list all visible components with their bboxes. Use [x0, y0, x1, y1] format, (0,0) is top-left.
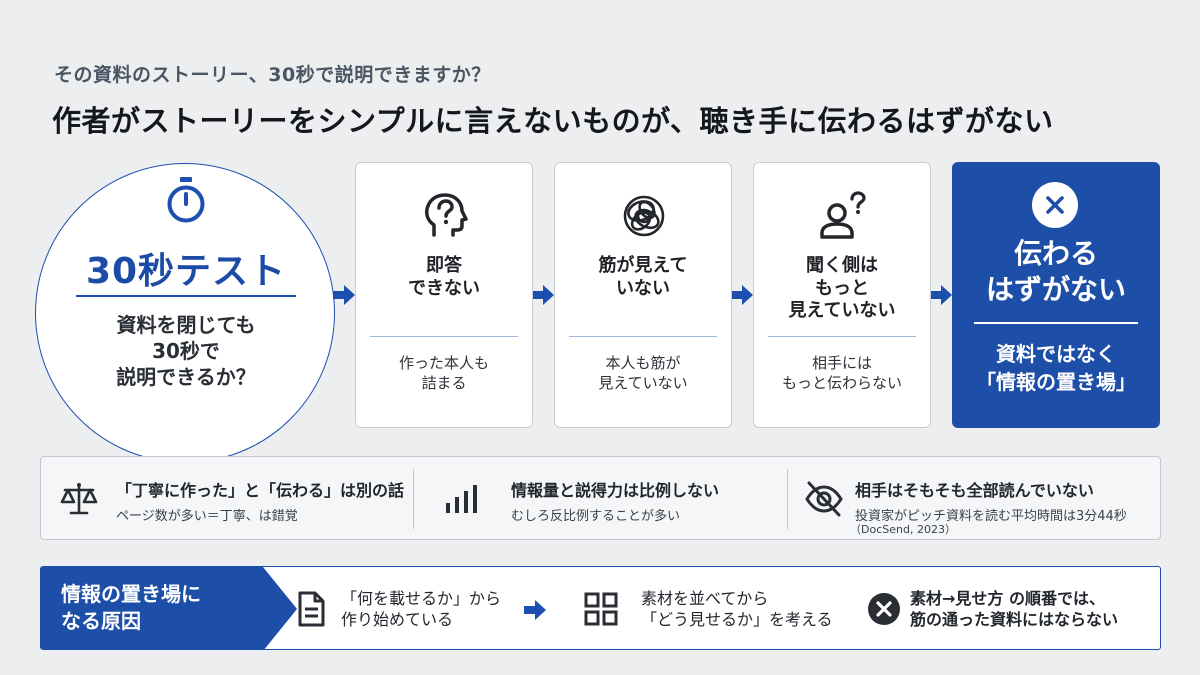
x-circle-icon	[868, 593, 900, 625]
cause-label: 情報の置き場に なる原因	[41, 581, 263, 635]
cause-step-text: 「何を載せるか」から 作り始めている	[341, 589, 501, 631]
fact-item: 「丁寧に作った」と「伝わる」は別の話 ページ数が多い＝丁寧、は錯覚	[41, 457, 413, 541]
cause-label-line: 情報の置き場に	[61, 582, 201, 606]
thirty-second-test-circle: 30秒テスト 資料を閉じても 30秒で 説明できるか？	[35, 163, 335, 463]
arrow-right-icon	[731, 285, 753, 305]
card-cannot-answer: 即答 できない 作った本人も 詰まる	[355, 162, 533, 428]
cause-step-text: 素材→見せ方 の順番では、 筋の通った資料にはならない	[910, 589, 1118, 631]
cause-step: 「何を載せるか」から 作り始めている	[291, 567, 551, 649]
result-body-line: 「情報の置き場」	[976, 370, 1136, 394]
result-card: 伝わる はずがない 資料ではなく 「情報の置き場」	[952, 162, 1160, 428]
divider	[974, 322, 1138, 324]
grid-icon	[584, 592, 618, 626]
card-title: 筋が見えて いない	[555, 255, 731, 300]
document-icon	[298, 591, 325, 627]
card-body-line: 本人も筋が	[605, 354, 681, 372]
test-line: 説明できるか？	[116, 365, 256, 389]
arrow-right-icon	[532, 285, 554, 305]
cause-step: 素材→見せ方 の順番では、 筋の通った資料にはならない	[864, 567, 1160, 649]
result-title-line: はずがない	[985, 273, 1126, 307]
card-body: 本人も筋が 見えていない	[555, 353, 731, 394]
cause-step-text: 素材を並べてから 「どう見せるか」を考える	[641, 589, 833, 631]
eye-off-icon	[805, 481, 843, 517]
card-title-line: できない	[408, 277, 480, 299]
page-title: 作者がストーリーをシンプルに言えないものが、聴き手に伝わるはずがない	[52, 104, 1054, 138]
card-body-line: 詰まる	[421, 374, 467, 393]
card-title-line: もっと	[815, 277, 869, 299]
x-icon	[1046, 196, 1064, 214]
fact-item: 情報量と説得力は比例しない むしろ反比例することが多い	[414, 457, 787, 541]
test-question: 資料を閉じても 30秒で 説明できるか？	[36, 312, 336, 390]
fact-title: 情報量と説得力は比例しない	[511, 481, 720, 500]
cause-step-line: 素材を並べてから	[641, 589, 769, 608]
card-body: 相手には もっと伝わらない	[754, 353, 930, 394]
card-title-line: いない	[616, 277, 670, 299]
stopwatch-icon	[167, 177, 205, 223]
facts-panel: 「丁寧に作った」と「伝わる」は別の話 ページ数が多い＝丁寧、は錯覚 情報量と説得…	[40, 456, 1161, 540]
arrow-right-icon	[524, 600, 546, 620]
result-body: 資料ではなく 「情報の置き場」	[952, 340, 1160, 396]
card-body-line: 見えていない	[598, 374, 688, 393]
cause-label-line: なる原因	[61, 609, 141, 633]
fact-sub: むしろ反比例することが多い	[511, 509, 681, 524]
cause-panel: 情報の置き場に なる原因 「何を載せるか」から 作り始めている 素材を並べてから	[40, 566, 1161, 650]
fact-item: 相手はそもそも全部読んでいない 投資家がピッチ資料を読む平均時間は3分44秒 （…	[788, 457, 1160, 541]
card-listener-cannot-see: 聞く側は もっと 見えていない 相手には もっと伝わらない	[753, 162, 931, 428]
cause-step-line: 作り始めている	[341, 609, 454, 629]
card-title: 聞く側は もっと 見えていない	[754, 255, 930, 323]
cause-step-line: 「何を載せるか」から	[341, 589, 502, 608]
person-question-icon	[820, 191, 866, 239]
divider	[768, 336, 916, 337]
card-title: 即答 できない	[356, 255, 532, 300]
test-title: 30秒テスト	[85, 251, 287, 292]
cause-step: 素材を並べてから 「どう見せるか」を考える	[581, 567, 871, 649]
divider	[76, 295, 296, 297]
card-no-storyline: 筋が見えて いない 本人も筋が 見えていない	[554, 162, 732, 428]
cause-step-line: 「どう見せるか」を考える	[641, 609, 833, 629]
card-body: 作った本人も 詰まる	[356, 353, 532, 394]
cause-step-line: 素材→見せ方 の順番では、	[910, 589, 1105, 608]
divider	[569, 336, 717, 337]
fact-sub: ページ数が多い＝丁寧、は錯覚	[116, 509, 298, 524]
subtitle: その資料のストーリー、30秒で説明できますか？	[54, 64, 491, 86]
result-body-line: 資料ではなく	[996, 342, 1116, 366]
arrow-right-icon	[333, 285, 355, 305]
result-title-line: 伝わる	[1013, 237, 1098, 270]
divider	[370, 336, 518, 337]
x-circle	[1032, 182, 1078, 228]
test-line: 30秒で	[152, 339, 220, 363]
fact-title: 「丁寧に作った」と「伝わる」は別の話	[116, 481, 405, 500]
scale-icon	[60, 483, 98, 515]
arrow-right-icon	[930, 285, 952, 305]
card-body-line: 作った本人も	[398, 354, 489, 372]
card-title-line: 見えていない	[788, 300, 896, 321]
tangled-scribble-icon	[623, 195, 665, 237]
card-title-line: 即答	[426, 255, 462, 276]
card-body-line: 相手には	[811, 354, 872, 372]
head-question-icon	[425, 193, 468, 237]
cause-step-line: 筋の通った資料にはならない	[910, 609, 1119, 629]
card-body-line: もっと伝わらない	[781, 374, 902, 393]
test-line: 資料を閉じても	[116, 313, 256, 337]
card-title-line: 聞く側は	[806, 255, 878, 276]
fact-title: 相手はそもそも全部読んでいない	[855, 481, 1094, 500]
bar-chart-icon	[446, 485, 477, 513]
card-title-line: 筋が見えて	[598, 255, 688, 276]
result-title: 伝わる はずがない	[952, 236, 1160, 309]
fact-source: （DocSend, 2023）	[850, 523, 956, 536]
